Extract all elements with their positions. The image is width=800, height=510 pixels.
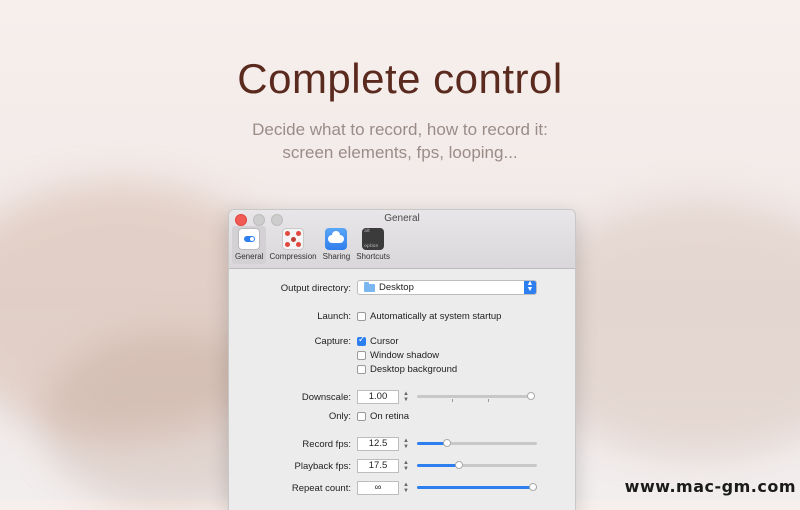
capture-desktop-background-checkbox[interactable] [357, 365, 366, 374]
hero-title: Complete control [237, 55, 563, 102]
preferences-toolbar: General Compression Sharing alt option S… [232, 226, 393, 264]
record-fps-stepper[interactable]: ▲ ▼ [402, 438, 410, 452]
slider-knob[interactable] [529, 483, 537, 491]
repeat-count-slider[interactable] [417, 483, 537, 491]
chevron-updown-icon: ▲ ▼ [524, 280, 536, 294]
output-directory-value: Desktop [379, 282, 414, 293]
tab-label: General [235, 252, 264, 261]
watermark: www.mac-gm.com [624, 477, 796, 496]
slider-knob[interactable] [527, 392, 535, 400]
repeat-count-label: Repeat count: [291, 483, 351, 494]
capture-cursor-label: Cursor [370, 336, 399, 347]
record-fps-slider[interactable] [417, 439, 537, 447]
playback-fps-stepper[interactable]: ▲ ▼ [402, 460, 410, 474]
playback-fps-label: Playback fps: [294, 461, 352, 472]
hero-subtitle-line2: screen elements, fps, looping... [282, 143, 518, 162]
slider-knob[interactable] [455, 461, 463, 469]
cloud-icon [325, 228, 348, 250]
slider-fill [417, 464, 459, 467]
tab-general[interactable]: General [232, 226, 267, 264]
only-label: Only: [328, 411, 351, 422]
capture-window-shadow-label: Window shadow [370, 350, 440, 361]
repeat-count-stepper[interactable]: ▲ ▼ [402, 482, 410, 496]
tab-label: Shortcuts [356, 252, 390, 261]
launch-label: Launch: [317, 311, 351, 322]
key-top-label: alt [364, 229, 370, 234]
launch-at-startup-checkbox[interactable] [357, 312, 366, 321]
launch-at-startup-label: Automatically at system startup [370, 311, 502, 322]
output-directory-label: Output directory: [280, 283, 351, 294]
downscale-slider[interactable] [417, 392, 535, 402]
folder-icon [364, 282, 375, 292]
capture-label: Capture: [314, 336, 351, 347]
hero-subtitle: Decide what to record, how to record it:… [0, 118, 800, 164]
output-directory-popup[interactable]: Desktop ▲ ▼ [357, 280, 537, 295]
compression-icon [282, 228, 305, 250]
record-fps-label: Record fps: [302, 439, 351, 450]
toggle-icon [238, 228, 261, 250]
capture-window-shadow-checkbox[interactable] [357, 351, 366, 360]
only-on-retina-label: On retina [370, 411, 410, 422]
tab-compression[interactable]: Compression [266, 226, 319, 264]
only-on-retina-checkbox[interactable] [357, 412, 366, 421]
repeat-count-field[interactable]: ∞ [357, 481, 399, 495]
window-titlebar: General General Compression Sharing alt … [229, 210, 575, 269]
playback-fps-slider[interactable] [417, 461, 537, 469]
downscale-field[interactable]: 1.00 [357, 390, 399, 404]
general-settings: Output directory: Desktop ▲ ▼ Launch: Aut… [229, 269, 575, 510]
slider-tick [452, 399, 454, 402]
window-title: General [384, 213, 420, 224]
alt-option-key-icon: alt option [362, 228, 385, 250]
tab-label: Compression [269, 252, 317, 261]
tab-shortcuts[interactable]: alt option Shortcuts [353, 226, 393, 264]
downscale-label: Downscale: [301, 392, 351, 403]
playback-fps-field[interactable]: 17.5 [357, 459, 399, 473]
hero-subtitle-line1: Decide what to record, how to record it: [252, 120, 548, 139]
slider-tick [487, 399, 489, 402]
tab-label: Sharing [322, 252, 351, 261]
preferences-window: General General Compression Sharing alt … [228, 209, 576, 510]
slider-knob[interactable] [443, 439, 451, 447]
capture-desktop-background-label: Desktop background [370, 364, 458, 375]
downscale-stepper[interactable]: ▲ ▼ [402, 391, 410, 405]
slider-fill [417, 486, 537, 489]
capture-cursor-checkbox[interactable] [357, 335, 366, 346]
record-fps-field[interactable]: 12.5 [357, 437, 399, 451]
key-bottom-label: option [364, 244, 379, 249]
tab-sharing[interactable]: Sharing [320, 226, 354, 264]
